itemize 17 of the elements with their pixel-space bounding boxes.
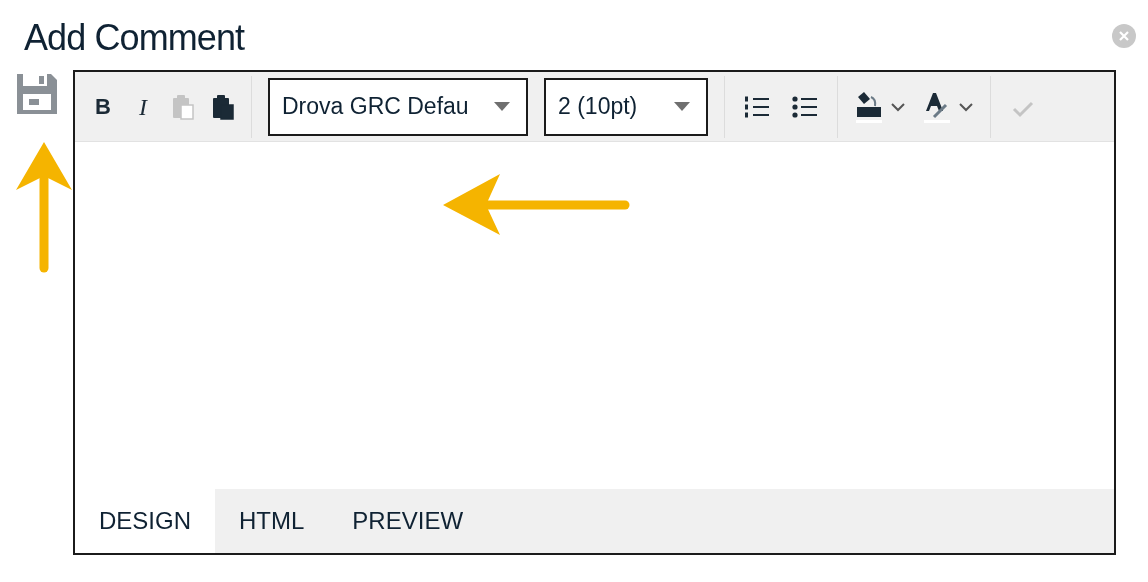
italic-button[interactable]: I (123, 86, 163, 127)
bold-button[interactable]: B (83, 86, 123, 127)
numbered-list-icon (744, 94, 770, 119)
dropdown-field[interactable]: Drova GRC Defau (268, 77, 528, 136)
chevron-down-icon[interactable] (958, 101, 974, 112)
dialog-title: Add Comment (24, 20, 245, 56)
clipboard-icon (212, 93, 234, 120)
save-icon[interactable] (15, 72, 59, 116)
paint-bucket-icon (854, 90, 882, 123)
chevron-down-icon[interactable] (890, 101, 906, 112)
dropdown-arrow-icon (494, 102, 510, 111)
editor-mode-tab[interactable]: DESIGN (75, 489, 215, 553)
bullet-list-icon (792, 94, 818, 119)
text-color-icon (922, 90, 950, 123)
dropdown-arrow-icon (674, 102, 690, 111)
dropdown-field[interactable]: 2 (10pt) (544, 77, 708, 136)
clipboard-icon (172, 93, 194, 120)
